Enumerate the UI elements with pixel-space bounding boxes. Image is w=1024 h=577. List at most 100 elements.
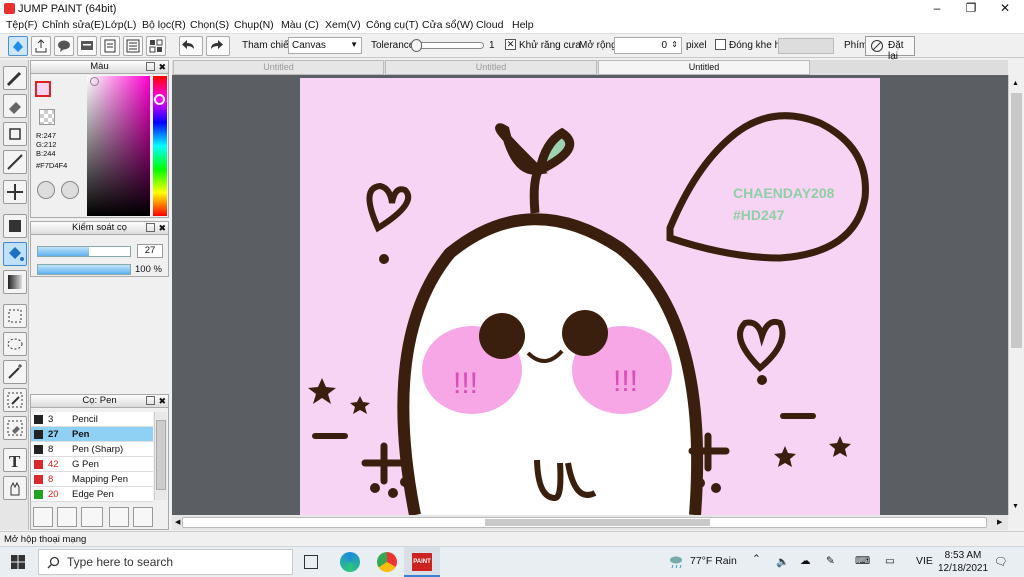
hand-tool-icon[interactable] — [3, 476, 27, 500]
close-icon[interactable]: ✖ — [158, 395, 166, 407]
picker-cursor[interactable] — [90, 77, 99, 86]
scroll-track[interactable] — [182, 517, 987, 528]
menu-window[interactable]: Cửa sổ(W) — [422, 19, 473, 31]
caption-icon[interactable] — [77, 36, 97, 56]
folder-icon[interactable] — [133, 507, 153, 527]
close-icon[interactable]: ✖ — [158, 61, 166, 73]
menu-tools[interactable]: Công cụ(T) — [366, 19, 419, 31]
chevron-up-icon[interactable]: ⌃ — [752, 553, 761, 565]
menu-view[interactable]: Xem(V) — [325, 19, 361, 31]
speech-bubble-icon[interactable] — [54, 36, 74, 56]
palette-icon[interactable] — [37, 181, 55, 199]
redo-icon[interactable] — [206, 36, 230, 56]
palette-settings-icon[interactable] — [61, 181, 79, 199]
brush-list-item[interactable]: 20 Edge Pen — [31, 487, 153, 502]
close-gap-slider[interactable] — [778, 38, 834, 54]
fill-rect-tool-icon[interactable] — [3, 214, 27, 238]
close-button[interactable]: ✕ — [988, 0, 1022, 17]
menu-capture[interactable]: Chụp(N) — [234, 19, 274, 31]
brush-list-item[interactable]: 27 Pen — [31, 427, 153, 442]
clock[interactable]: 8:53 AM 12/18/2021 — [938, 549, 988, 575]
fill-mode-icon[interactable] — [8, 36, 28, 56]
windows-start-icon[interactable] — [11, 555, 25, 569]
cloud-icon[interactable]: ☁ — [800, 555, 811, 567]
copy-brush-icon[interactable] — [109, 507, 129, 527]
bucket-tool-icon[interactable] — [3, 242, 27, 266]
brush-menu-icon[interactable] — [81, 507, 103, 527]
move-tool-icon[interactable] — [3, 180, 27, 204]
brush-tool-icon[interactable] — [3, 66, 27, 90]
horizontal-scrollbar[interactable]: ◀ ▶ — [172, 515, 1008, 530]
menu-edit[interactable]: Chỉnh sửa(E) — [42, 19, 104, 31]
rectangle-tool-icon[interactable] — [3, 122, 27, 146]
undo-icon[interactable] — [179, 36, 203, 56]
select-eraser-icon[interactable] — [3, 416, 27, 440]
language-indicator[interactable]: VIE — [916, 555, 933, 567]
text-tool-icon[interactable]: T — [3, 448, 27, 472]
keyboard-icon[interactable]: ⌨ — [855, 555, 870, 567]
menu-file[interactable]: Tệp(F) — [6, 19, 38, 31]
opacity-slider[interactable] — [37, 264, 131, 275]
canvas-viewport[interactable]: !!! !!! CHAENDAY208 #HD247 — [172, 75, 1008, 515]
edge-browser-icon[interactable] — [340, 552, 360, 572]
notifications-icon[interactable]: 🗨 — [994, 555, 1007, 568]
export-icon[interactable] — [31, 36, 51, 56]
hue-thumb[interactable] — [154, 94, 165, 105]
lasso-tool-icon[interactable] — [3, 332, 27, 356]
jump-paint-taskbar-button[interactable]: PAINT — [404, 547, 440, 577]
brush-list-item[interactable]: 8 Pen (Sharp) — [31, 442, 153, 457]
task-view-icon[interactable] — [304, 555, 318, 569]
brush-size-slider[interactable] — [37, 246, 131, 257]
expand-input[interactable]: 0 ⇕ — [614, 37, 682, 54]
tab-untitled-2[interactable]: Untitled — [385, 60, 597, 75]
foreground-color-swatch[interactable] — [35, 81, 51, 97]
weather-text[interactable]: 77°F Rain — [690, 555, 737, 567]
close-icon[interactable]: ✖ — [158, 222, 166, 234]
eraser-tool-icon[interactable] — [3, 94, 27, 118]
reference-select[interactable]: Canvas ▼ — [288, 37, 362, 54]
scroll-down-icon[interactable]: ▼ — [1012, 503, 1019, 510]
drawing-canvas[interactable]: !!! !!! CHAENDAY208 #HD247 — [300, 78, 880, 515]
menu-cloud[interactable]: Cloud — [476, 19, 503, 31]
scroll-right-icon[interactable]: ▶ — [997, 518, 1002, 526]
pin-icon[interactable] — [146, 396, 155, 405]
scroll-thumb[interactable] — [1011, 93, 1022, 348]
taskbar-search-input[interactable]: Type here to search — [38, 549, 293, 575]
saturation-value-picker[interactable] — [87, 76, 150, 216]
panel-layout-icon[interactable] — [146, 36, 166, 56]
brush-list-item[interactable]: 42 G Pen — [31, 457, 153, 472]
minimize-button[interactable]: – — [920, 0, 954, 17]
select-pen-icon[interactable] — [3, 388, 27, 412]
transparent-swatch[interactable] — [39, 109, 55, 125]
page-icon[interactable] — [100, 36, 120, 56]
chrome-icon[interactable] — [377, 552, 397, 572]
menu-select[interactable]: Chọn(S) — [190, 19, 229, 31]
reset-button[interactable]: Đặt lại — [865, 36, 915, 62]
menu-layer[interactable]: Lớp(L) — [105, 19, 136, 31]
brush-size-value[interactable]: 27 — [137, 244, 163, 258]
scroll-left-icon[interactable]: ◀ — [175, 518, 180, 526]
antialias-checkbox[interactable]: ✕ — [505, 39, 516, 50]
display-icon[interactable]: ▭ — [885, 555, 895, 567]
pen-icon[interactable]: ✎ — [826, 555, 835, 567]
brush-list-item[interactable]: 3 Pencil — [31, 412, 153, 427]
gradient-tool-icon[interactable] — [3, 270, 27, 294]
tolerance-slider[interactable] — [411, 39, 484, 52]
new-brush-icon[interactable] — [57, 507, 77, 527]
scroll-thumb[interactable] — [485, 519, 710, 526]
select-rect-tool-icon[interactable] — [3, 304, 27, 328]
magic-wand-icon[interactable] — [3, 360, 27, 384]
tree-icon[interactable] — [33, 507, 53, 527]
brush-list-scrollbar[interactable] — [154, 412, 167, 500]
tab-untitled-1[interactable]: Untitled — [173, 60, 384, 75]
spinner-icon[interactable]: ⇕ — [671, 40, 678, 49]
vertical-scrollbar[interactable]: ▲ ▼ — [1008, 75, 1024, 515]
brush-list-item[interactable]: 8 Mapping Pen — [31, 472, 153, 487]
close-gap-checkbox[interactable] — [715, 39, 726, 50]
layers-icon[interactable] — [123, 36, 143, 56]
tab-untitled-3[interactable]: Untitled — [598, 60, 810, 75]
menu-color[interactable]: Màu (C) — [281, 19, 319, 31]
pin-icon[interactable] — [146, 223, 155, 232]
line-tool-icon[interactable] — [3, 150, 27, 174]
scroll-up-icon[interactable]: ▲ — [1012, 80, 1019, 87]
